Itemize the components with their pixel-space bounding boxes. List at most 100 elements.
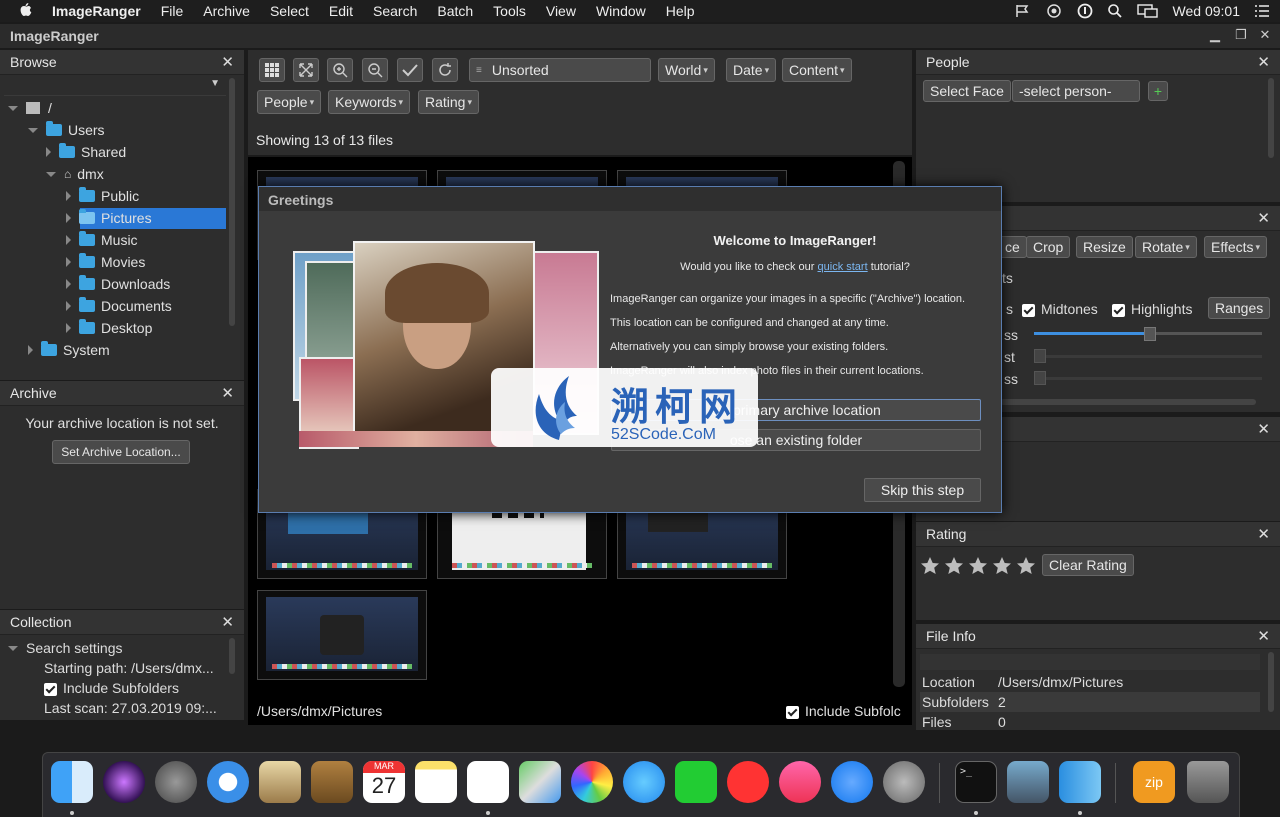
display-mirror-icon[interactable] <box>1136 4 1159 18</box>
flag-icon[interactable] <box>1015 4 1031 18</box>
slider-track[interactable] <box>1034 355 1262 358</box>
archive-utility-icon[interactable]: zip <box>1133 761 1175 803</box>
add-person-button[interactable]: + <box>1148 81 1168 101</box>
slider-thumb[interactable] <box>1034 349 1046 363</box>
restore-icon[interactable]: ❐ <box>1234 28 1248 42</box>
browse-scrollbar[interactable] <box>229 78 235 326</box>
disclosure-open-icon[interactable] <box>8 105 18 111</box>
notification-center-icon[interactable] <box>1254 4 1270 18</box>
slider-track[interactable] <box>1034 377 1262 380</box>
midtones-checkbox[interactable]: Midtones <box>1022 301 1098 317</box>
fit-button[interactable] <box>293 58 319 82</box>
menu-file[interactable]: File <box>161 3 184 19</box>
menu-archive[interactable]: Archive <box>203 3 250 19</box>
close-icon[interactable]: ✕ <box>1257 53 1270 71</box>
disclosure-closed-icon[interactable] <box>66 191 71 201</box>
resize-button[interactable]: Resize <box>1076 236 1133 258</box>
close-icon[interactable]: ✕ <box>221 53 234 71</box>
include-subfolders-toggle[interactable]: Include Subfolc <box>786 703 901 719</box>
tree-item-root[interactable]: / <box>8 97 52 119</box>
refresh-button[interactable] <box>432 58 458 82</box>
system-preferences-icon[interactable] <box>883 761 925 803</box>
checkbox-checked-icon[interactable] <box>44 682 57 696</box>
adjust-tool-button[interactable]: ce <box>998 236 1027 258</box>
news-icon[interactable] <box>727 761 769 803</box>
calendar-icon[interactable]: MAR 27 <box>363 761 405 803</box>
launchpad-icon[interactable] <box>155 761 197 803</box>
disclosure-closed-icon[interactable] <box>46 147 51 157</box>
date-filter-dropdown[interactable]: Date <box>726 58 777 82</box>
collection-scrollbar[interactable] <box>229 638 235 674</box>
tree-item-users[interactable]: Users <box>28 119 105 141</box>
close-icon[interactable]: ✕ <box>1257 627 1270 645</box>
tree-item-downloads[interactable]: Downloads <box>66 273 170 295</box>
disclosure-closed-icon[interactable] <box>66 235 71 245</box>
messages-icon[interactable] <box>623 761 665 803</box>
checkbox-checked-icon[interactable] <box>1022 303 1035 317</box>
safari-icon[interactable] <box>207 761 249 803</box>
menu-window[interactable]: Window <box>596 3 646 19</box>
menu-select[interactable]: Select <box>270 3 309 19</box>
rating-filter-dropdown[interactable]: Rating <box>418 90 479 114</box>
music-icon[interactable] <box>779 761 821 803</box>
menubar-clock[interactable]: Wed 09:01 <box>1173 3 1240 19</box>
disclosure-closed-icon[interactable] <box>66 213 71 223</box>
browse-location-dropdown[interactable]: ▼ <box>4 77 226 96</box>
disclosure-closed-icon[interactable] <box>66 301 71 311</box>
cloud-icon[interactable] <box>1045 4 1063 18</box>
zoom-in-button[interactable] <box>327 58 353 82</box>
disclosure-open-icon[interactable] <box>46 171 56 177</box>
rotate-dropdown[interactable]: Rotate <box>1135 236 1197 258</box>
tree-item-public[interactable]: Public <box>66 185 139 207</box>
imageranger-icon[interactable] <box>1059 761 1101 803</box>
content-filter-dropdown[interactable]: Content <box>782 58 852 82</box>
select-face-button[interactable]: Select Face <box>923 80 1011 102</box>
close-icon[interactable]: ✕ <box>1257 420 1270 438</box>
menu-edit[interactable]: Edit <box>329 3 353 19</box>
clear-rating-button[interactable]: Clear Rating <box>1042 554 1134 576</box>
tree-item-movies[interactable]: Movies <box>66 251 145 273</box>
disclosure-closed-icon[interactable] <box>28 345 33 355</box>
disclosure-closed-icon[interactable] <box>66 323 71 333</box>
menu-help[interactable]: Help <box>666 3 695 19</box>
app-store-icon[interactable] <box>831 761 873 803</box>
tree-item-system[interactable]: System <box>28 339 110 361</box>
preview-icon[interactable] <box>1007 761 1049 803</box>
highlights-checkbox[interactable]: Highlights <box>1112 301 1192 317</box>
power-icon[interactable] <box>1077 3 1093 19</box>
people-scrollbar[interactable] <box>1268 78 1274 158</box>
thumbnail[interactable] <box>257 590 427 680</box>
tree-item-pictures[interactable]: Pictures <box>66 207 152 229</box>
close-window-icon[interactable]: ✕ <box>1258 28 1272 42</box>
facetime-icon[interactable] <box>675 761 717 803</box>
minimize-icon[interactable]: ▁ <box>1208 28 1222 42</box>
skip-step-button[interactable]: Skip this step <box>864 478 981 502</box>
menu-search[interactable]: Search <box>373 3 417 19</box>
reminders-icon[interactable] <box>467 761 509 803</box>
rating-star-icon[interactable] <box>968 556 988 576</box>
terminal-icon[interactable]: >_ <box>955 761 997 803</box>
tree-item-documents[interactable]: Documents <box>66 295 172 317</box>
disclosure-closed-icon[interactable] <box>66 279 71 289</box>
crop-button[interactable]: Crop <box>1026 236 1071 258</box>
adjust-hscrollbar[interactable] <box>1000 399 1256 405</box>
tree-item-desktop[interactable]: Desktop <box>66 317 152 339</box>
menu-tools[interactable]: Tools <box>493 3 526 19</box>
checkbox-checked-icon[interactable] <box>786 705 799 719</box>
contacts-icon[interactable] <box>311 761 353 803</box>
zoom-out-button[interactable] <box>362 58 388 82</box>
slider-thumb[interactable] <box>1144 327 1156 341</box>
checkbox-checked-icon[interactable] <box>1112 303 1125 317</box>
rating-star-icon[interactable] <box>992 556 1012 576</box>
menu-batch[interactable]: Batch <box>437 3 473 19</box>
spotlight-search-icon[interactable] <box>1107 3 1123 19</box>
maps-icon[interactable] <box>519 761 561 803</box>
rating-star-icon[interactable] <box>1016 556 1036 576</box>
menu-view[interactable]: View <box>546 3 576 19</box>
file-info-scrollbar[interactable] <box>1268 652 1274 712</box>
close-icon[interactable]: ✕ <box>221 384 234 402</box>
quick-start-link[interactable]: quick start <box>818 261 868 273</box>
search-settings-node[interactable]: Search settings <box>8 637 123 659</box>
tree-item-music[interactable]: Music <box>66 229 138 251</box>
rating-star-icon[interactable] <box>944 556 964 576</box>
